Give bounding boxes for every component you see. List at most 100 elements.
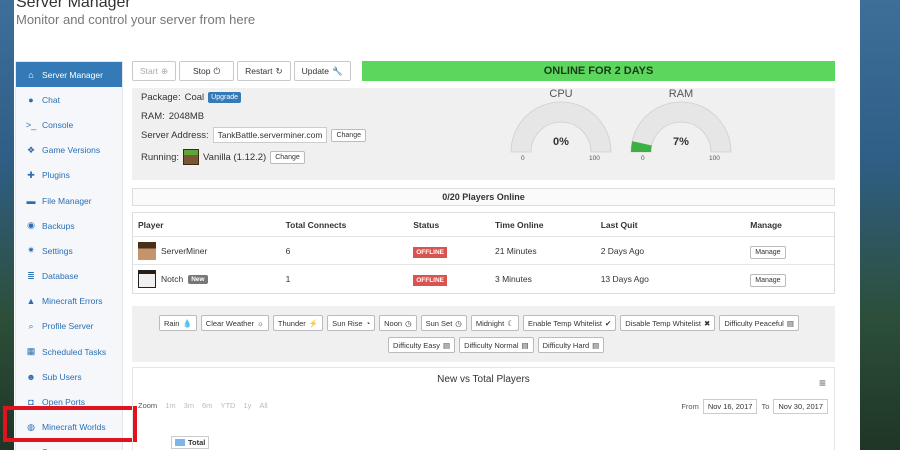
difficulty-easy-button[interactable]: Difficulty Easy ▤ — [388, 337, 456, 353]
page-subtitle: Monitor and control your server from her… — [16, 12, 256, 27]
sidebar-item-label: Server Manager — [42, 69, 103, 80]
server-info-panel: Package: Coal Upgrade RAM: 2048MB Server… — [132, 88, 835, 180]
from-date-input[interactable]: Nov 16, 2017 — [702, 399, 758, 414]
sidebar-item-label: Profile Server — [42, 321, 94, 332]
sun-rise-button[interactable]: Sun Rise ◔ — [327, 315, 376, 331]
zoom-ytd[interactable]: YTD — [220, 401, 235, 410]
restart-button[interactable]: Restart ↻ — [237, 61, 291, 81]
sidebar-item-backups[interactable]: ◉ Backups — [16, 213, 122, 238]
difficulty-peaceful-button[interactable]: Difficulty Peaceful ▤ — [719, 315, 799, 331]
sidebar-item-label: Minecraft Errors — [42, 296, 103, 307]
server-address-field[interactable]: TankBattle.serverminer.com — [212, 127, 328, 143]
server-status-banner: ONLINE FOR 2 DAYS — [362, 61, 835, 81]
sidebar-item-game-versions[interactable]: ❖ Game Versions — [16, 138, 122, 163]
sidebar-item-plugins[interactable]: ✚ Plugins — [16, 163, 122, 188]
zoom-all[interactable]: All — [259, 401, 267, 410]
to-date-input[interactable]: Nov 30, 2017 — [773, 399, 828, 414]
stop-button[interactable]: Stop ⏻ — [179, 61, 235, 81]
column-header-manage: Manage — [750, 219, 782, 230]
clear-weather-button[interactable]: Clear Weather ☼ — [200, 315, 269, 331]
noon-button[interactable]: Noon ◷ — [379, 315, 417, 331]
status-badge: OFFLINE — [413, 246, 448, 258]
backup-icon: ◉ — [27, 220, 35, 231]
thunder-button[interactable]: Thunder ⚡ — [272, 315, 324, 331]
zoom-1m[interactable]: 1m — [165, 401, 175, 410]
difficulty-hard-button[interactable]: Difficulty Hard ▤ — [537, 337, 605, 353]
update-button[interactable]: Update 🔧 — [293, 61, 351, 81]
sidebar-item-database[interactable]: ≣ Database — [16, 264, 122, 289]
total-connects: 1 — [285, 274, 291, 284]
disable-temp-whitelist-button[interactable]: Disable Temp Whitelist ✖ — [620, 315, 716, 331]
command-icon: 💧 — [182, 318, 192, 328]
grass-block-icon — [183, 149, 200, 165]
sidebar-item-settings[interactable]: ✷ Settings — [16, 238, 122, 263]
zoom-1y[interactable]: 1y — [243, 401, 251, 410]
running-row: Running: Vanilla (1.12.2) Change — [141, 149, 305, 165]
command-icon: ▤ — [592, 340, 600, 350]
command-icon: ⚡ — [308, 318, 319, 328]
chart-title: New vs Total Players — [437, 374, 530, 385]
table-row: ServerMiner 6 OFFLINE 21 Minutes 2 Days … — [133, 237, 834, 265]
sidebar-item-label: Chat — [42, 94, 60, 105]
sidebar-item-chat[interactable]: ● Chat — [16, 87, 122, 112]
last-quit: 2 Days Ago — [600, 245, 645, 256]
column-header-player: Player — [138, 219, 164, 230]
zoom-controls: Zoom 1m 3m 6m YTD 1y All — [138, 401, 268, 410]
command-icon: ☼ — [257, 318, 264, 328]
ram-gauge: RAM 7% 0 100 — [619, 88, 743, 176]
sidebar-item-scheduled-tasks[interactable]: ▦ Scheduled Tasks — [16, 339, 122, 364]
change-version-button[interactable]: Change — [270, 150, 305, 164]
midnight-button[interactable]: Midnight ☾ — [470, 315, 519, 331]
sidebar-item-profile-server[interactable]: ⌕ Profile Server — [16, 314, 122, 339]
sidebar-item-minecraft-errors[interactable]: ▲ Minecraft Errors — [16, 289, 122, 314]
player-avatar — [138, 270, 156, 288]
search-icon: ⌕ — [28, 320, 34, 331]
zoom-3m[interactable]: 3m — [184, 401, 194, 410]
sun-set-button[interactable]: Sun Set ◷ — [420, 315, 467, 331]
column-header-status: Status — [413, 219, 440, 230]
sidebar-item-label: Scheduled Tasks — [42, 346, 107, 357]
chart-menu-icon[interactable]: ≡ — [819, 376, 826, 390]
manage-player-button[interactable]: Manage — [750, 274, 786, 287]
command-icon: ✖ — [704, 318, 711, 328]
difficulty-normal-button[interactable]: Difficulty Normal ▤ — [459, 337, 534, 353]
sidebar-item-label: Console — [42, 119, 74, 130]
change-address-button[interactable]: Change — [331, 128, 366, 142]
terminal-icon: >_ — [25, 119, 37, 130]
power-icon: ⏻ — [213, 65, 221, 76]
sidebar-item-file-manager[interactable]: ▬ File Manager — [16, 188, 122, 213]
manage-player-button[interactable]: Manage — [750, 245, 786, 259]
calendar-icon: ▦ — [26, 346, 36, 357]
folder-icon: ▬ — [26, 195, 36, 206]
zoom-6m[interactable]: 6m — [202, 401, 212, 410]
upgrade-button[interactable]: Upgrade — [208, 92, 242, 103]
commands-row-1: Rain 💧 Clear Weather ☼ Thunder ⚡ Sun Rise ◔ Noon… — [159, 315, 799, 331]
users-icon: ☻ — [26, 371, 36, 382]
player-name: Notch — [161, 274, 184, 284]
warning-icon: ▲ — [26, 296, 36, 307]
column-header-connects: Total Connects — [285, 219, 347, 230]
sidebar: ⌂ Server Manager ● Chat >_ Console ❖ Game Versi… — [15, 61, 123, 450]
database-icon: ≣ — [27, 270, 35, 281]
sidebar-item-console[interactable]: >_ Console — [16, 112, 122, 137]
rain-button[interactable]: Rain 💧 — [159, 315, 197, 331]
puzzle-icon: ✚ — [27, 169, 35, 180]
quick-commands-panel: Rain 💧 Clear Weather ☼ Thunder ⚡ Sun Rise ◔ Noon… — [132, 306, 835, 362]
address-row: Server Address: TankBattle.serverminer.c… — [141, 127, 366, 143]
start-button[interactable]: Start ⊕ — [132, 61, 177, 81]
sidebar-item-label: Sub Users — [42, 371, 82, 382]
enable-temp-whitelist-button[interactable]: Enable Temp Whitelist ✔ — [522, 315, 617, 331]
sidebar-item-sub-users[interactable]: ☻ Sub Users — [16, 364, 122, 389]
command-icon: ◔ — [365, 318, 371, 328]
table-header-row: Player Total Connects Status Time Online… — [133, 213, 834, 237]
refresh-icon: ↻ — [275, 65, 283, 76]
status-badge: OFFLINE — [413, 275, 448, 286]
date-range: From Nov 16, 2017 To Nov 30, 2017 — [681, 399, 828, 414]
chart-legend[interactable]: Total — [171, 436, 210, 449]
server-control-toolbar: Start ⊕ Stop ⏻ Restart ↻ Update 🔧 — [132, 61, 351, 81]
sidebar-item-label: Plugins — [42, 170, 70, 181]
sidebar-item-server-manager[interactable]: ⌂ Server Manager — [16, 62, 122, 88]
total-connects: 6 — [285, 245, 291, 256]
gear-icon: ✷ — [27, 245, 35, 256]
sidebar-item-label: Backups — [42, 220, 75, 231]
